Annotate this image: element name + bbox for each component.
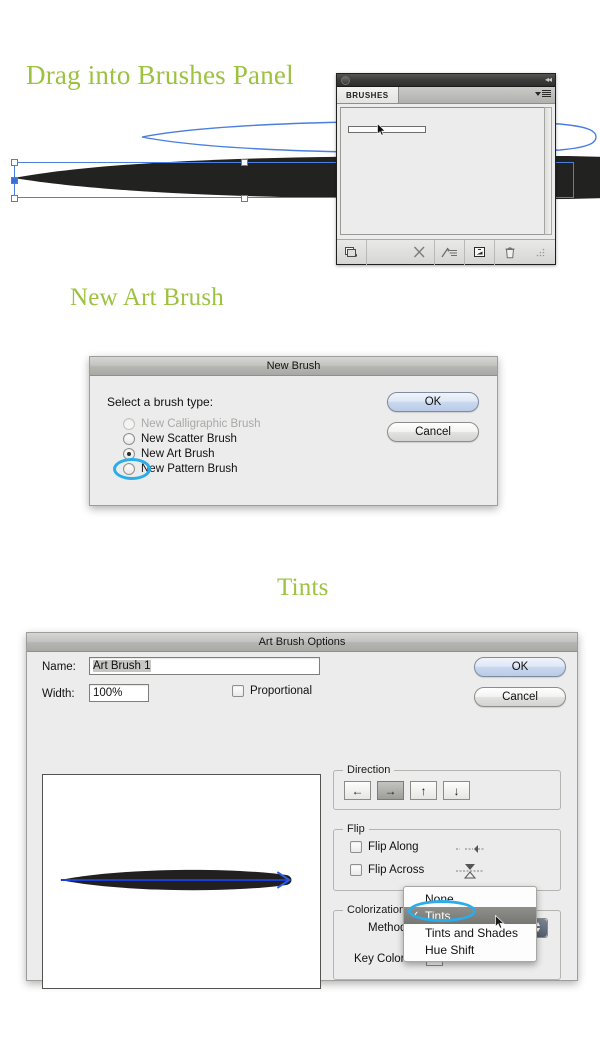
colorization-legend: Colorization [343, 904, 410, 916]
radio-new-calligraphic-brush: New Calligraphic Brush [123, 418, 261, 430]
proportional-checkbox-row[interactable]: Proportional [232, 685, 312, 697]
brush-name-value[interactable]: Art Brush 1 [93, 660, 151, 672]
selection-handle-top-center[interactable] [241, 159, 248, 166]
brushes-panel-titlebar[interactable]: ◂◂ [337, 74, 555, 87]
flip-along-checkbox[interactable] [350, 841, 362, 853]
flip-across-icon [456, 864, 484, 879]
annotation-heading-new-art-brush: New Art Brush [70, 284, 224, 311]
brushes-panel-footer[interactable] [337, 239, 555, 265]
direction-left-button[interactable]: ← [344, 781, 371, 800]
selection-handle-bottom-center[interactable] [241, 195, 248, 202]
annotation-highlight-tints-menu-item [408, 900, 476, 922]
radio-icon-calligraphic [123, 418, 135, 430]
new-brush-dialog[interactable]: New Brush Select a brush type: New Calli… [89, 356, 498, 506]
menu-item-hue-shift[interactable]: Hue Shift [404, 941, 536, 958]
delete-brush-icon[interactable] [495, 240, 525, 265]
collapse-icon[interactable]: ◂◂ [545, 76, 552, 84]
direction-group: Direction ← → ↑ ↓ [333, 764, 561, 810]
proportional-checkbox[interactable] [232, 685, 244, 697]
tab-brushes[interactable]: BRUSHES [337, 87, 399, 103]
art-brush-cancel-button[interactable]: Cancel [474, 687, 566, 707]
new-brush-ok-button[interactable]: OK [387, 392, 479, 412]
proportional-label[interactable]: Proportional [250, 685, 312, 697]
flip-across-row[interactable]: Flip Across [350, 864, 424, 876]
panel-resize-grip-icon[interactable] [525, 240, 555, 265]
brush-item-basic-stroke[interactable] [348, 126, 426, 133]
radio-label-scatter[interactable]: New Scatter Brush [141, 433, 237, 445]
flip-across-checkbox[interactable] [350, 864, 362, 876]
annotation-highlight-art-brush-radio [113, 458, 151, 480]
new-brush-dialog-title: New Brush [90, 357, 497, 376]
radio-new-scatter-brush[interactable]: New Scatter Brush [123, 433, 261, 445]
key-color-label: Key Color: [354, 953, 408, 965]
flip-along-label[interactable]: Flip Along [368, 841, 419, 853]
colorization-method-menu[interactable]: None ✓ Tints Tints and Shades Hue Shift [403, 886, 537, 962]
direction-up-button[interactable]: ↑ [410, 781, 437, 800]
annotation-heading-tints: Tints [277, 574, 329, 601]
radio-label-pattern[interactable]: New Pattern Brush [141, 463, 238, 475]
menu-item-tints-and-shades[interactable]: Tints and Shades [404, 924, 536, 941]
radio-label-art[interactable]: New Art Brush [141, 448, 215, 460]
menu-item-hue-shift-label: Hue Shift [425, 942, 475, 957]
brushes-list-scrollbar[interactable] [544, 107, 552, 235]
brush-libraries-menu-icon[interactable] [337, 239, 367, 265]
flip-legend: Flip [343, 823, 369, 835]
new-brush-dialog-body: Select a brush type: New Calligraphic Br… [90, 376, 497, 506]
panel-close-dot-icon[interactable] [341, 76, 350, 85]
width-label: Width: [42, 688, 75, 700]
mouse-cursor-icon [377, 123, 386, 136]
remove-brush-stroke-icon[interactable] [405, 239, 435, 265]
radio-icon-scatter[interactable] [123, 433, 135, 445]
selection-handle-top-left[interactable] [11, 159, 18, 166]
annotation-heading-drag: Drag into Brushes Panel [26, 60, 294, 90]
brush-options-icon[interactable] [435, 239, 465, 265]
radio-label-calligraphic: New Calligraphic Brush [141, 418, 261, 430]
radio-new-art-brush[interactable]: New Art Brush [123, 448, 261, 460]
direction-down-button[interactable]: ↓ [443, 781, 470, 800]
brush-name-input[interactable]: Art Brush 1 [89, 657, 320, 675]
selection-handle-bottom-left[interactable] [11, 195, 18, 202]
panel-menu-icon[interactable] [535, 90, 551, 97]
flip-across-label[interactable]: Flip Across [368, 864, 424, 876]
brushes-panel[interactable]: ◂◂ BRUSHES [336, 73, 556, 265]
flip-along-row[interactable]: Flip Along [350, 841, 419, 853]
name-label: Name: [42, 661, 76, 673]
art-brush-ok-button[interactable]: OK [474, 657, 566, 677]
selection-handle-middle-left[interactable] [11, 177, 18, 184]
brush-type-prompt: Select a brush type: [107, 395, 214, 409]
brushes-list-area[interactable] [340, 107, 546, 235]
tab-strip-filler [398, 87, 555, 103]
direction-buttons[interactable]: ← → ↑ ↓ [344, 781, 470, 800]
brushes-panel-tabrow[interactable]: BRUSHES [337, 87, 555, 104]
new-brush-icon[interactable] [465, 239, 495, 265]
mouse-cursor-icon-menu [495, 915, 505, 929]
brush-preview [42, 774, 321, 989]
flip-along-icon [456, 845, 484, 853]
brush-width-input[interactable]: 100% [89, 684, 149, 702]
art-brush-options-title: Art Brush Options [27, 633, 577, 652]
brush-preview-stroke [60, 869, 292, 891]
new-brush-cancel-button[interactable]: Cancel [387, 422, 479, 442]
direction-right-button[interactable]: → [377, 781, 404, 800]
flip-group: Flip Flip Along Flip Across [333, 823, 561, 891]
direction-legend: Direction [343, 764, 395, 776]
